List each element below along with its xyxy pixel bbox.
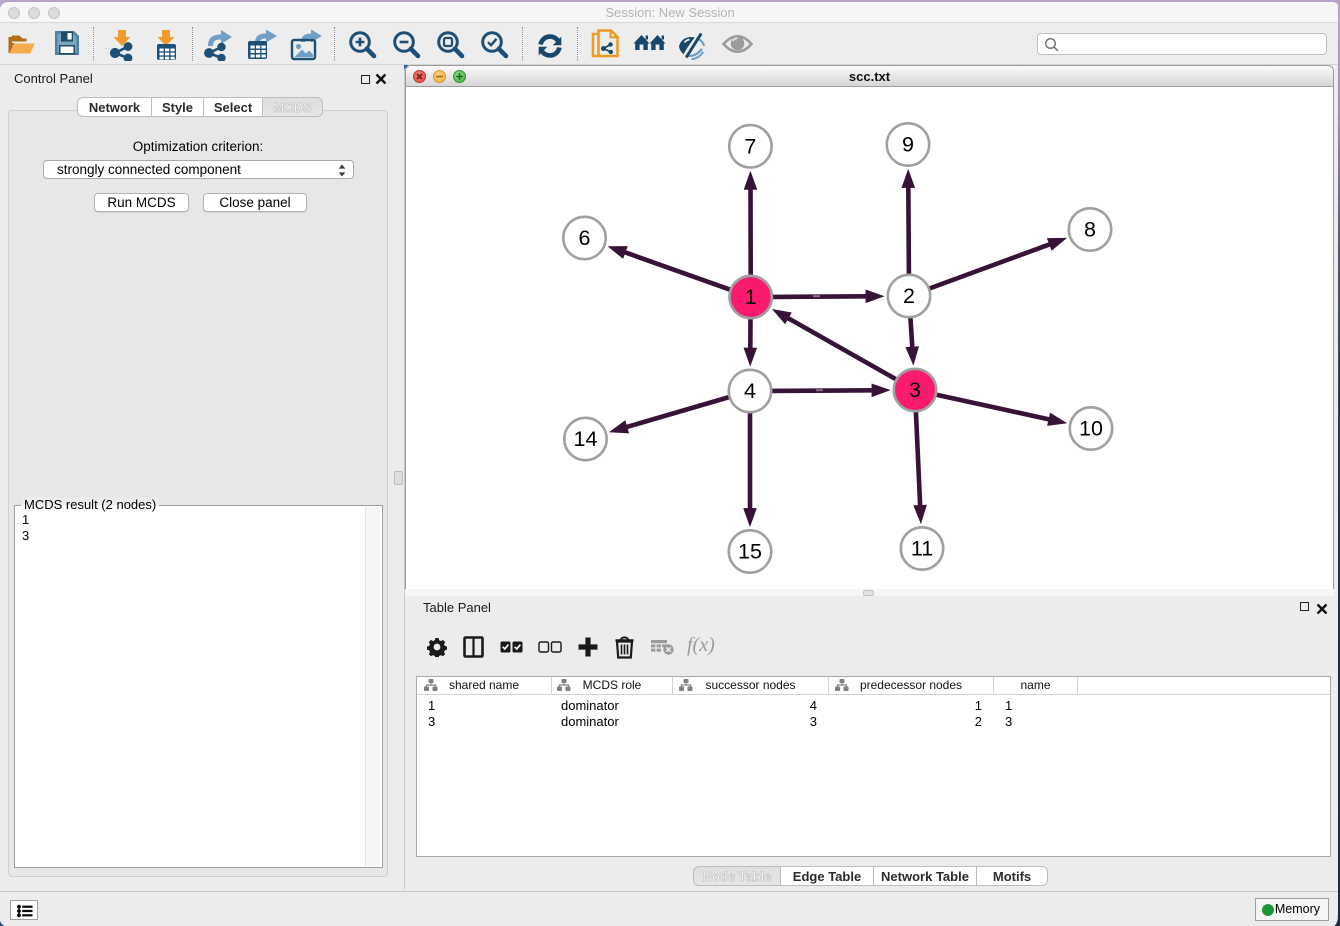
svg-text:11: 11 xyxy=(911,537,933,561)
svg-text:9: 9 xyxy=(902,133,914,157)
svg-text:1: 1 xyxy=(745,285,757,309)
svg-text:14: 14 xyxy=(574,427,598,451)
svg-text:6: 6 xyxy=(579,226,591,250)
svg-text:15: 15 xyxy=(738,540,762,564)
svg-text:8: 8 xyxy=(1084,218,1096,242)
svg-text:4: 4 xyxy=(744,379,756,403)
svg-text:2: 2 xyxy=(903,284,915,308)
svg-text:10: 10 xyxy=(1079,417,1103,441)
svg-text:3: 3 xyxy=(909,378,921,402)
svg-text:7: 7 xyxy=(744,134,756,158)
